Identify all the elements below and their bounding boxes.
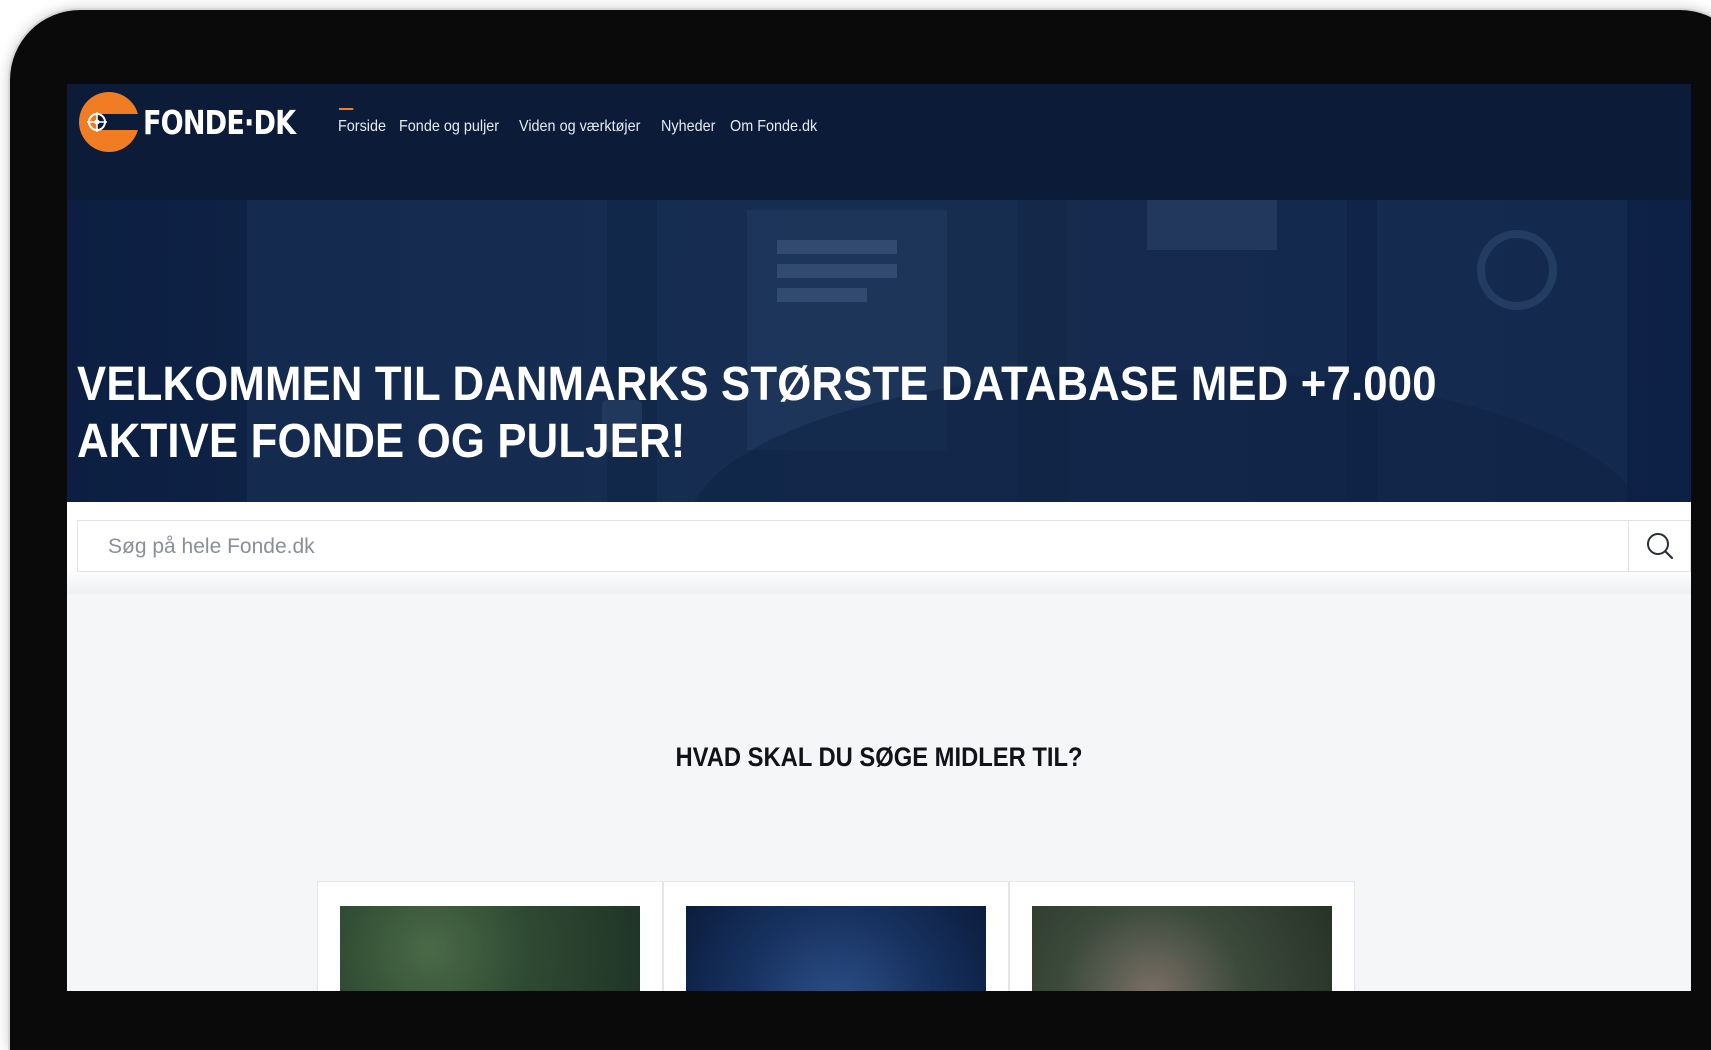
card-image-stage — [686, 906, 986, 991]
hero-title: VELKOMMEN TIL DANMARKS STØRSTE DATABASE … — [77, 358, 1437, 469]
nav-item-fonde-og-puljer[interactable]: Fonde og puljer — [399, 118, 499, 136]
search-button[interactable] — [1628, 520, 1691, 572]
hero-banner: VELKOMMEN TIL DANMARKS STØRSTE DATABASE … — [67, 200, 1691, 502]
logo-icon — [79, 92, 141, 152]
category-card[interactable] — [663, 881, 1009, 991]
section-heading: HVAD SKAL DU SØGE MIDLER TIL? — [675, 742, 1083, 773]
nav-item-viden-og-vaerktojer[interactable]: Viden og værktøjer — [519, 118, 640, 136]
main-menu: Forside Fonde og puljer Viden og værktøj… — [338, 108, 819, 136]
nav-item-forside[interactable]: Forside — [338, 108, 386, 136]
laptop-frame: FONDE·DK Forside Fonde og puljer Viden o… — [10, 10, 1711, 1050]
logo-wordmark: FONDE·DK — [143, 102, 296, 142]
card-image-forest — [340, 906, 640, 991]
nav-item-nyheder[interactable]: Nyheder — [661, 118, 715, 136]
search-icon — [1646, 533, 1673, 560]
site-logo[interactable]: FONDE·DK — [77, 90, 329, 154]
category-card[interactable] — [1009, 881, 1355, 991]
category-card[interactable] — [317, 881, 663, 991]
search-input[interactable] — [78, 521, 1660, 573]
browser-viewport: FONDE·DK Forside Fonde og puljer Viden o… — [67, 84, 1691, 991]
card-image-child — [1032, 906, 1332, 991]
top-navigation: FONDE·DK Forside Fonde og puljer Viden o… — [67, 84, 1691, 200]
search-bar — [67, 502, 1691, 594]
search-field-wrapper — [77, 520, 1660, 573]
nav-item-om-fonde[interactable]: Om Fonde.dk — [730, 118, 817, 136]
